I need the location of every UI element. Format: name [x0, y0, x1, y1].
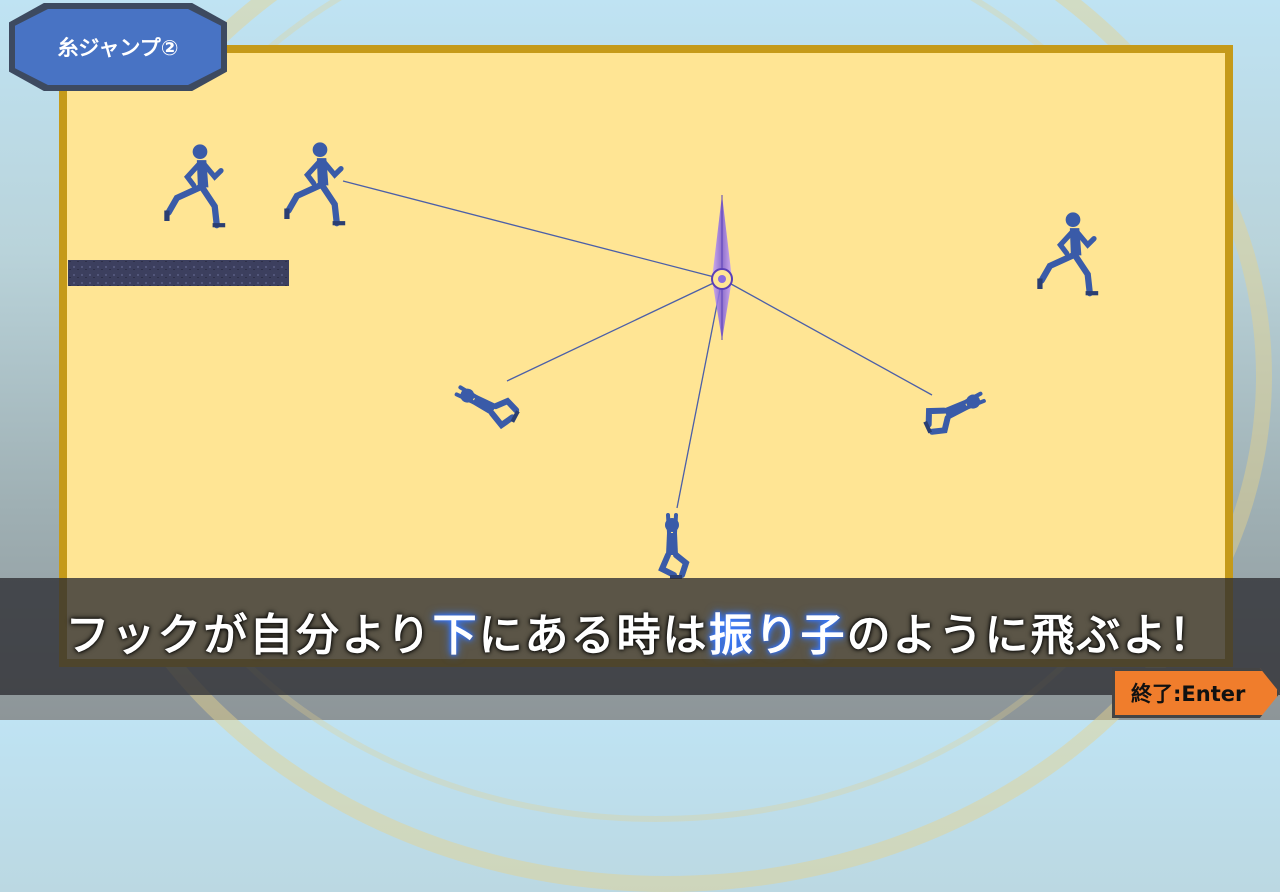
- caption-part: にある時は: [478, 610, 709, 661]
- caption-highlight-below: 下: [432, 610, 479, 661]
- rope-line: [342, 180, 723, 280]
- caption-part: のように飛ぶよ！: [846, 610, 1215, 661]
- character-jumping: [1037, 212, 1098, 295]
- caption-part: フックが自分より: [65, 610, 433, 661]
- character-swinging-right: [920, 388, 988, 437]
- character-running-2: [284, 142, 345, 225]
- rope-line: [721, 278, 933, 396]
- level-tab-label: 糸ジャンプ②: [57, 36, 179, 60]
- character-swinging-bottom: [662, 515, 686, 579]
- exit-button[interactable]: 終了:Enter: [1112, 668, 1280, 718]
- stone-platform: [68, 260, 289, 286]
- character-running-1: [164, 144, 225, 227]
- rope-lines: [342, 180, 933, 509]
- character-swinging-left: [454, 379, 522, 430]
- caption-highlight-pendulum: 振り子: [708, 610, 847, 661]
- hook-anchor-icon: [711, 195, 733, 340]
- rope-line: [506, 278, 723, 382]
- tutorial-caption: フックが自分より下にある時は振り子のように飛ぶよ！: [0, 596, 1280, 676]
- rope-line: [676, 278, 723, 509]
